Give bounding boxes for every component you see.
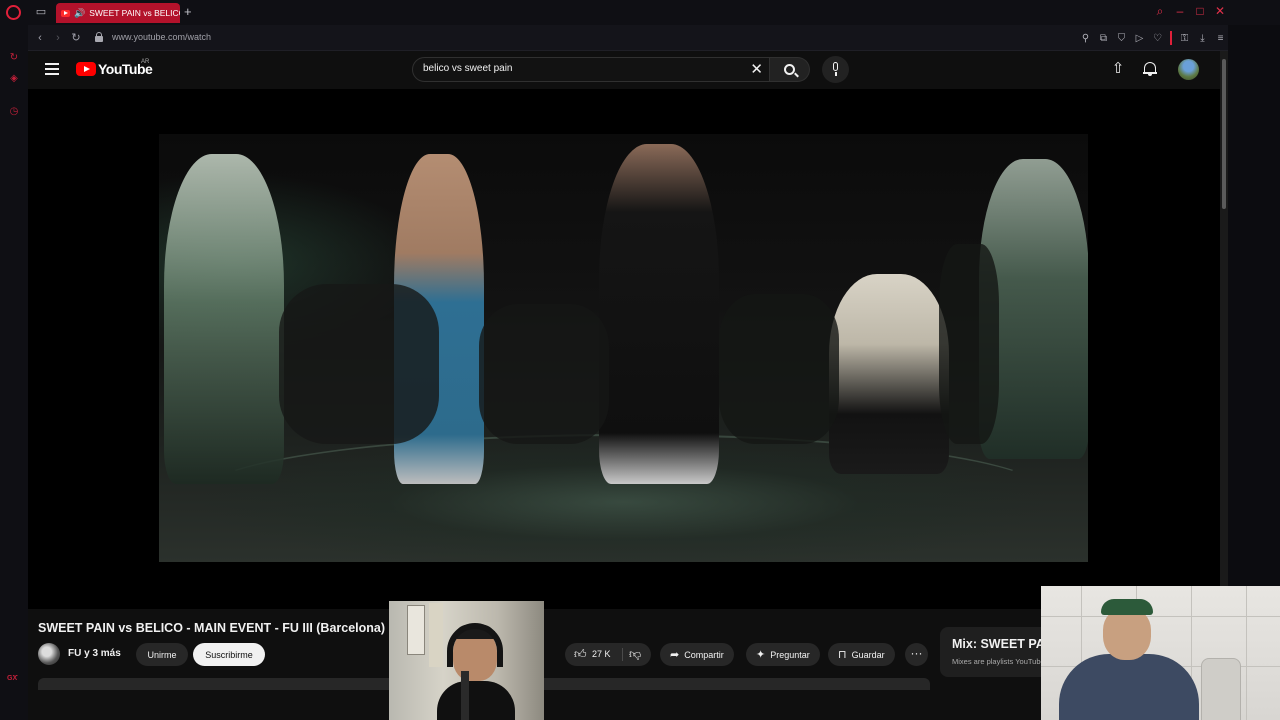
webcam-streamer — [389, 601, 544, 720]
more-dots-icon[interactable]: ··· — [8, 669, 20, 681]
channel-name[interactable]: FU y 3 más — [68, 648, 121, 659]
speaker-icon[interactable]: 🔊 — [74, 8, 85, 19]
save-label: Guardar — [851, 649, 885, 660]
more-actions-icon[interactable]: ··· — [905, 643, 928, 666]
back-icon[interactable]: ‹ — [34, 31, 46, 45]
minimize-button[interactable]: – — [1174, 3, 1186, 19]
browser-sidebar: ↻ ◈ ◷ GX ··· — [0, 25, 28, 720]
divider — [622, 648, 623, 661]
youtube-logo-icon[interactable] — [76, 62, 96, 76]
wallet-icon[interactable]: ⚿ — [1179, 32, 1190, 45]
guest-shirt — [1059, 654, 1199, 720]
spectator-left — [164, 154, 284, 484]
crowd-right — [939, 244, 999, 444]
streamer-mic — [461, 671, 469, 720]
wall-poster — [407, 605, 425, 655]
clear-search-icon[interactable]: ✕ — [750, 60, 763, 78]
browser-search-icon[interactable]: ⌕ — [1154, 3, 1166, 19]
address-bar: ‹ › ↻ www.youtube.com/watch ⚲ ⧉ ⛉ ▷ ♡ ⚿ … — [28, 25, 1228, 51]
join-button[interactable]: Unirme — [136, 643, 188, 666]
video-frame[interactable] — [159, 134, 1088, 562]
share-button[interactable]: ➦ Compartir — [660, 643, 734, 666]
thumbs-down-icon[interactable]: 👎︎ — [629, 647, 641, 662]
region-code: AR — [141, 59, 150, 65]
forward-icon[interactable]: › — [52, 31, 64, 45]
voice-search-button[interactable] — [822, 56, 849, 83]
like-count[interactable]: 27 K — [592, 649, 611, 659]
wall-poster — [429, 603, 443, 667]
bell-icon[interactable] — [1143, 61, 1157, 77]
share-label: Compartir — [684, 649, 724, 660]
separator — [1170, 31, 1172, 45]
address-bar-actions: ⚲ ⧉ ⛉ ▷ ♡ ⚿ ⤓ ≡ — [1080, 31, 1226, 45]
avatar[interactable] — [1178, 59, 1199, 80]
menu-lines-icon[interactable]: ≡ — [1215, 32, 1226, 45]
browser-tab-bar: ▭ 🔊 SWEET PAIN vs BELICO + ⌕ – □ ✕ — [0, 0, 1280, 25]
url-field[interactable]: www.youtube.com/watch — [112, 32, 211, 42]
tab-islands-icon[interactable]: ▭ — [34, 5, 48, 19]
play-icon[interactable]: ▷ — [1134, 32, 1145, 45]
guest-cap — [1101, 599, 1153, 615]
chair — [1201, 658, 1241, 720]
screen: ▭ 🔊 SWEET PAIN vs BELICO + ⌕ – □ ✕ ↻ ◈ ◷… — [0, 0, 1280, 720]
subscribe-button[interactable]: Suscribirme — [193, 643, 265, 666]
crowd-center — [479, 304, 609, 444]
snapshot-icon[interactable]: ⧉ — [1098, 32, 1109, 45]
headphones — [447, 623, 503, 667]
share-icon: ➦ — [670, 649, 680, 661]
ask-button[interactable]: ✦ Preguntar — [746, 643, 820, 666]
sparkle-icon: ✦ — [756, 649, 766, 661]
search-input[interactable]: belico vs sweet pain ✕ — [412, 57, 770, 82]
window-controls: ⌕ – □ ✕ — [1154, 3, 1226, 19]
close-window-button[interactable]: ✕ — [1214, 3, 1226, 19]
history-refresh-icon[interactable]: ↻ — [8, 52, 20, 64]
maximize-button[interactable]: □ — [1194, 3, 1206, 19]
cube-icon[interactable]: ◈ — [8, 73, 20, 85]
crowd-center-right — [719, 294, 839, 444]
channel-avatar[interactable] — [38, 643, 60, 665]
pin-icon[interactable]: ⚲ — [1080, 32, 1091, 45]
guest-face — [1103, 608, 1151, 660]
bookmark-icon: ⊓ — [838, 649, 847, 661]
performer-right — [599, 144, 719, 484]
clock-icon[interactable]: ◷ — [8, 106, 20, 118]
opera-logo-icon[interactable] — [6, 5, 21, 20]
youtube-favicon-icon — [61, 9, 70, 17]
search-query: belico vs sweet pain — [423, 63, 513, 74]
thumbs-up-icon[interactable]: 👍︎ — [574, 647, 587, 662]
mic-icon — [833, 62, 838, 71]
crowd-left — [279, 284, 439, 444]
tab-title: SWEET PAIN vs BELICO — [89, 8, 180, 18]
upload-icon[interactable]: ⇧ — [1111, 61, 1125, 77]
video-player[interactable] — [28, 89, 1220, 609]
lock-icon[interactable] — [95, 32, 103, 42]
download-icon[interactable]: ⤓ — [1197, 32, 1208, 45]
new-tab-button[interactable]: + — [184, 4, 192, 19]
reload-icon[interactable]: ↻ — [70, 31, 82, 45]
heart-icon[interactable]: ♡ — [1152, 32, 1163, 45]
scrollbar-thumb[interactable] — [1222, 59, 1226, 209]
video-title: SWEET PAIN vs BELICO - MAIN EVENT - FU I… — [38, 621, 386, 635]
like-dislike-group: 👍︎ 27 K 👎︎ — [565, 643, 651, 666]
shield-icon[interactable]: ⛉ — [1116, 32, 1127, 45]
ask-label: Preguntar — [770, 649, 810, 660]
crouching-man — [829, 274, 949, 474]
menu-icon[interactable] — [45, 63, 59, 75]
streamer-shirt — [437, 681, 515, 720]
search-button[interactable] — [770, 57, 810, 82]
youtube-masthead: YouTube AR belico vs sweet pain ✕ ⇧ — [28, 51, 1220, 89]
save-button[interactable]: ⊓ Guardar — [828, 643, 895, 666]
webcam-guest — [1041, 586, 1280, 720]
browser-tab-active[interactable]: 🔊 SWEET PAIN vs BELICO — [56, 3, 180, 23]
